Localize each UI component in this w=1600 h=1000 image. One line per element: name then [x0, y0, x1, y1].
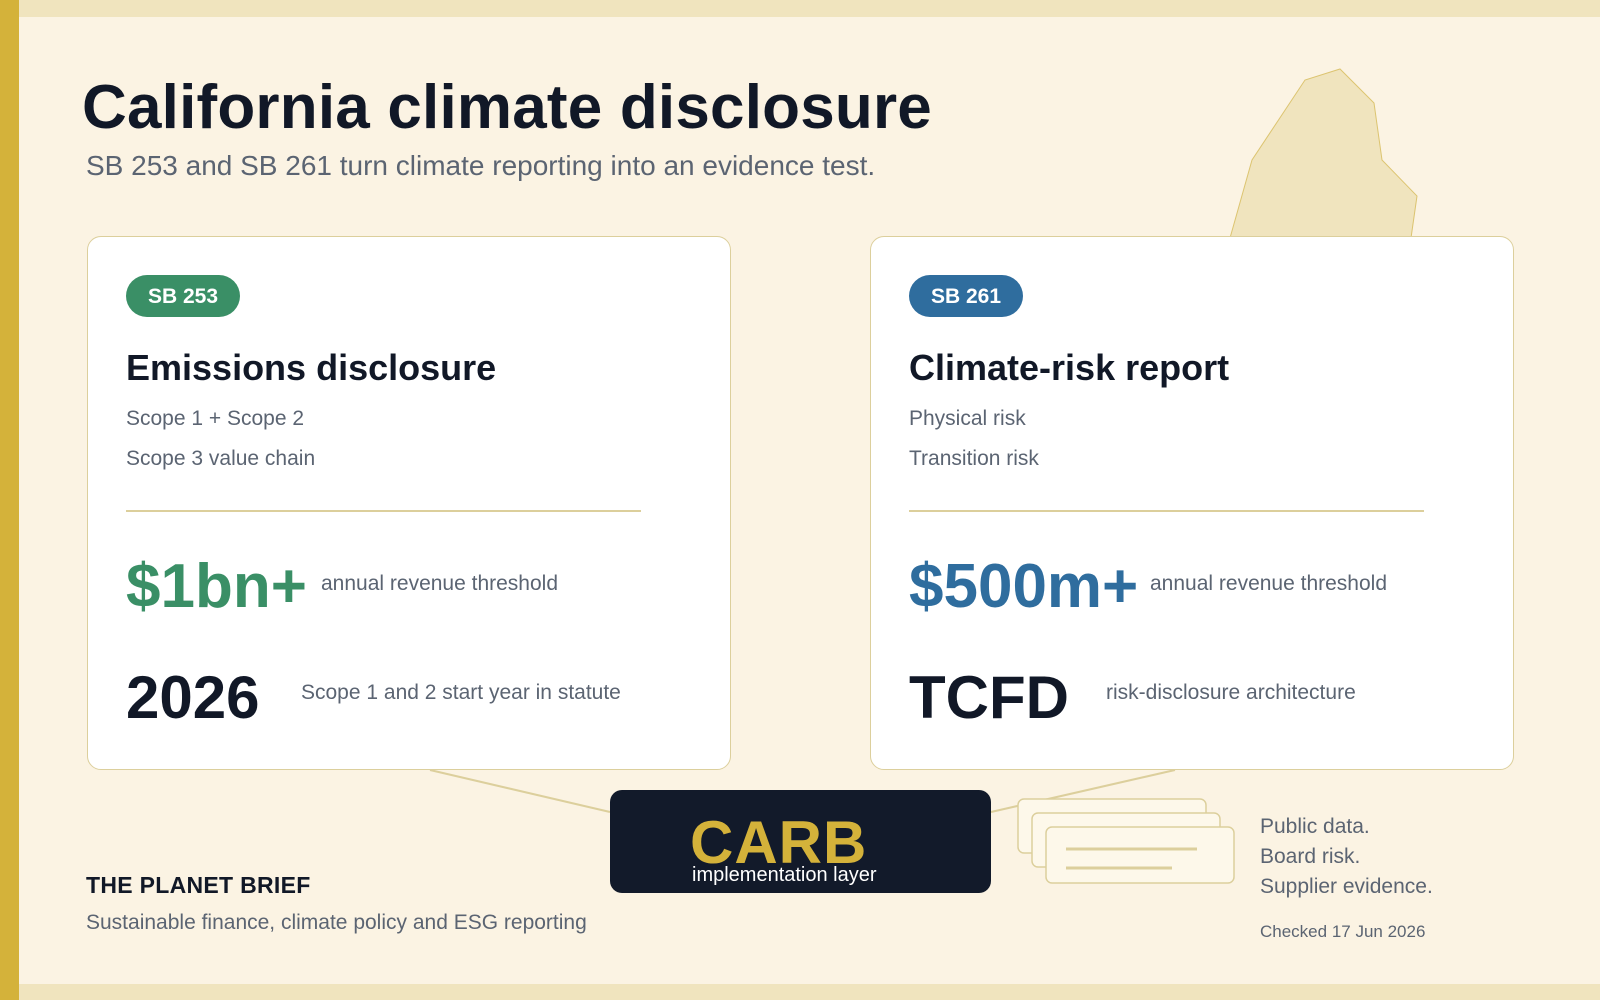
- sb261-card: SB 261 Climate-risk report Physical risk…: [870, 236, 1514, 770]
- document-stack-icon: [1017, 798, 1235, 884]
- sb253-start-year: 2026: [126, 664, 260, 731]
- carb-implementation-box: CARB implementation layer: [610, 790, 991, 893]
- sb261-framework-label: risk-disclosure architecture: [1106, 681, 1356, 704]
- sb261-bullet-physical: Physical risk: [909, 407, 1026, 430]
- sb261-revenue-threshold: $500m+: [909, 552, 1139, 621]
- page-title: California climate disclosure: [82, 73, 932, 142]
- sb253-badge: SB 253: [126, 275, 241, 317]
- sb253-revenue-threshold-label: annual revenue threshold: [321, 572, 559, 595]
- sb253-bullet-scope3: Scope 3 value chain: [126, 447, 316, 470]
- sb253-card: SB 253 Emissions disclosure Scope 1 + Sc…: [87, 236, 731, 770]
- brand-tagline: Sustainable finance, climate policy and …: [86, 911, 587, 934]
- sb261-card-title: Climate-risk report: [909, 347, 1230, 388]
- checked-date: Checked 17 Jun 2026: [1260, 922, 1426, 941]
- note-public-data: Public data.: [1260, 815, 1370, 838]
- sb261-divider: [909, 510, 1424, 512]
- brand-name: THE PLANET BRIEF: [86, 872, 311, 898]
- sb253-divider: [126, 510, 641, 512]
- note-board-risk: Board risk.: [1260, 845, 1361, 868]
- sb253-card-title: Emissions disclosure: [126, 347, 497, 388]
- california-outline-icon: [1229, 68, 1418, 239]
- sb253-start-year-label: Scope 1 and 2 start year in statute: [301, 681, 621, 704]
- sb261-framework: TCFD: [909, 664, 1069, 731]
- connector-line-left: [429, 769, 611, 813]
- sb253-bullet-scope12: Scope 1 + Scope 2: [126, 407, 305, 430]
- sb261-bullet-transition: Transition risk: [909, 447, 1039, 470]
- carb-subtitle: implementation layer: [692, 864, 877, 886]
- note-supplier-evidence: Supplier evidence.: [1260, 875, 1433, 898]
- sb261-revenue-threshold-label: annual revenue threshold: [1150, 572, 1388, 595]
- sb261-badge: SB 261: [909, 275, 1024, 317]
- page-subtitle: SB 253 and SB 261 turn climate reporting…: [86, 150, 876, 181]
- sb253-revenue-threshold: $1bn+: [126, 552, 307, 621]
- notes-list: Public data. Board risk. Supplier eviden…: [1260, 812, 1433, 902]
